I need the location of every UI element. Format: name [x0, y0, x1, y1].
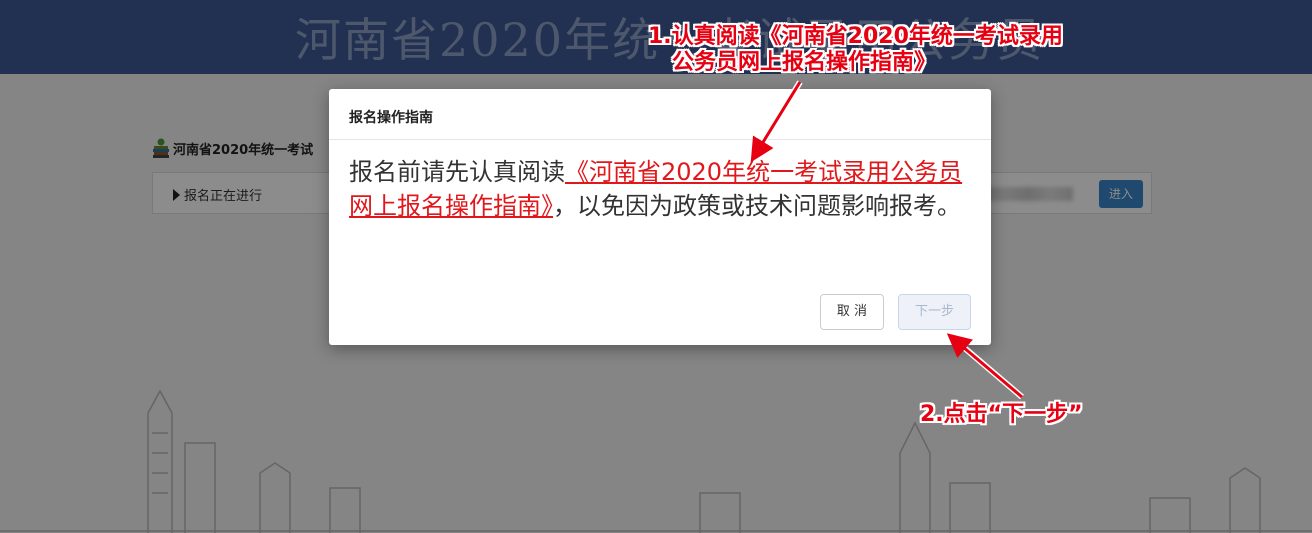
- guide-dialog: 报名操作指南 报名前请先认真阅读《河南省2020年统一考试录用公务员网上报名操作…: [329, 89, 991, 345]
- next-step-button[interactable]: 下一步: [898, 294, 971, 330]
- dialog-message: 报名前请先认真阅读《河南省2020年统一考试录用公务员网上报名操作指南》，以免因…: [349, 155, 969, 223]
- dialog-message-suffix: ，以免因为政策或技术问题影响报考。: [553, 192, 961, 220]
- annotation-step1-line1: 1.认真阅读《河南省2020年统一考试录用: [648, 24, 1063, 49]
- annotation-step2: 2.点击“下一步”: [920, 402, 1083, 427]
- dialog-message-prefix: 报名前请先认真阅读: [349, 158, 565, 186]
- dialog-title: 报名操作指南: [349, 110, 433, 126]
- annotation-step1-line2: 公务员网上报名操作指南》: [672, 50, 937, 75]
- cancel-button[interactable]: 取 消: [820, 294, 884, 330]
- dialog-divider: [329, 139, 991, 140]
